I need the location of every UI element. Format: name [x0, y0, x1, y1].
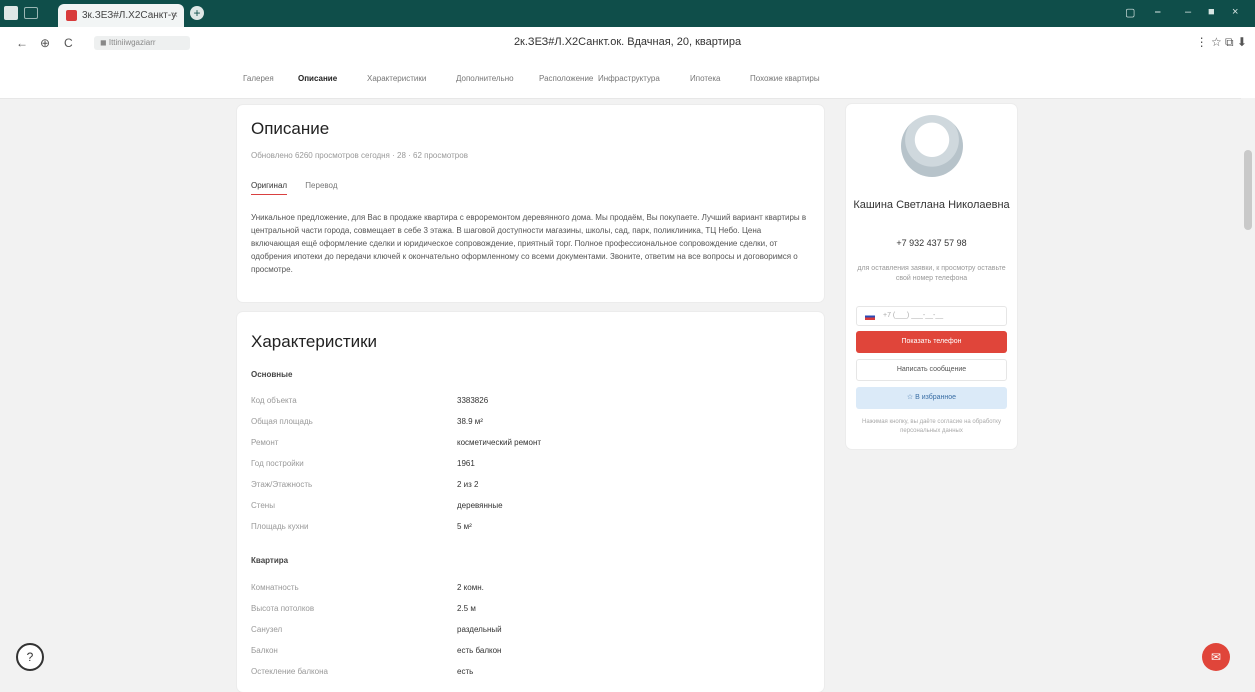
spec-row: Высота потолков 2.5 м — [251, 604, 811, 618]
window-tabs-icon[interactable]: ⎯ — [1155, 6, 1161, 19]
callback-note: для оставления заявки, к просмотру остав… — [857, 265, 1006, 282]
spec-key: Высота потолков — [251, 604, 315, 613]
nav-description[interactable]: Описание — [298, 74, 337, 83]
agent-name: Кашина Светлана Николаевна — [853, 199, 1010, 211]
spec-key: Общая площадь — [251, 417, 313, 426]
agent-avatar — [901, 115, 963, 177]
spec-row: Код объекта 3383826 — [251, 396, 811, 410]
tab-close-icon[interactable]: × — [172, 4, 178, 27]
tab-overview-icon[interactable] — [24, 7, 38, 19]
nav-gallery[interactable]: Галерея — [243, 74, 274, 83]
spec-row: Этаж/Этажность 2 из 2 — [251, 480, 811, 494]
russia-flag-icon — [865, 313, 875, 320]
spec-row: Площадь кухни 5 м² — [251, 522, 811, 536]
spec-value: 5 м² — [457, 522, 472, 531]
browser-tab[interactable]: 3к.ЗЕЗ#Л.Х2Санкт-у × — [58, 4, 184, 27]
window-menu-icon[interactable]: ▢ — [1125, 6, 1135, 19]
site-favicon-icon — [66, 10, 77, 21]
spec-value: 2 из 2 — [457, 480, 479, 489]
spec-row: Балкон есть балкон — [251, 646, 811, 660]
spec-row: Санузел раздельный — [251, 625, 811, 639]
spec-row: Общая площадь 38.9 м² — [251, 417, 811, 431]
spec-row: Остекление балкона есть — [251, 667, 811, 681]
group-heading: Квартира — [251, 556, 289, 565]
spec-value: 2.5 м — [457, 604, 476, 613]
nav-infrastructure[interactable]: Инфраструктура — [598, 74, 660, 83]
add-favorite-button[interactable]: ☆ В избранное — [856, 387, 1007, 409]
spec-value: 1961 — [457, 459, 475, 468]
spec-key: Код объекта — [251, 396, 297, 405]
nav-mortgage[interactable]: Ипотека — [690, 74, 721, 83]
spec-key: Этаж/Этажность — [251, 480, 313, 489]
spec-value: 3383826 — [457, 396, 489, 405]
tab-original[interactable]: Оригинал — [251, 181, 288, 195]
agent-card: Кашина Светлана Николаевна +7 932 437 57… — [846, 104, 1017, 449]
scrollbar-thumb[interactable] — [1244, 150, 1252, 230]
spec-value: косметический ремонт — [457, 438, 542, 447]
browser-menu-icon[interactable] — [4, 6, 18, 20]
description-title: Описание — [251, 119, 330, 138]
phone-placeholder: +7 (___) ___-__-__ — [883, 312, 944, 319]
nav-characteristics[interactable]: Характеристики — [367, 74, 426, 83]
nav-additional[interactable]: Дополнительно — [456, 74, 514, 83]
browser-tab-bar: 3к.ЗЕЗ#Л.Х2Санкт-у × + ▢ ⎯ ‒ ■ × — [0, 0, 1255, 27]
address-bar: ← ⊕ C ◼ Ittiniiwgaziarr 2к.ЗЕЗ#Л.Х2Санкт… — [0, 27, 1255, 61]
description-card: Описание Обновлено 6260 просмотров сегод… — [237, 105, 824, 302]
toolbar-icons[interactable]: ⋮ ☆ ⧉ ⬇ — [1196, 35, 1247, 50]
window-close-icon[interactable]: × — [1232, 6, 1238, 18]
maximize-icon[interactable]: ■ — [1208, 6, 1215, 18]
spec-key: Остекление балкона — [251, 667, 328, 676]
spec-value: раздельный — [457, 625, 502, 634]
chat-icon[interactable]: ✉ — [1202, 643, 1230, 671]
spec-row: Ремонт косметический ремонт — [251, 438, 811, 452]
new-tab-icon[interactable]: + — [190, 6, 204, 20]
spec-value: есть балкон — [457, 646, 502, 655]
help-icon[interactable]: ? — [16, 643, 44, 671]
spec-row: Стены деревянные — [251, 501, 811, 515]
spec-row: Комнатность 2 комн. — [251, 583, 811, 597]
spec-value: есть — [457, 667, 474, 676]
spec-key: Год постройки — [251, 459, 304, 468]
tab-translation[interactable]: Перевод — [305, 181, 337, 190]
site-section-nav: Галерея Описание Характеристики Дополнит… — [0, 60, 1255, 99]
spec-key: Площадь кухни — [251, 522, 309, 531]
page-title: 2к.ЗЕЗ#Л.Х2Санкт.ок. Вдачная, 20, кварти… — [513, 36, 742, 48]
description-meta: Обновлено 6260 просмотров сегодня · 28 ·… — [251, 151, 468, 160]
group-heading: Основные — [251, 370, 293, 379]
spec-key: Балкон — [251, 646, 278, 655]
consent-text: Нажимая кнопку, вы даёте согласие на обр… — [862, 419, 1001, 434]
show-phone-button[interactable]: Показать телефон — [856, 331, 1007, 353]
spec-key: Комнатность — [251, 583, 299, 592]
spec-row: Год постройки 1961 — [251, 459, 811, 473]
spec-key: Ремонт — [251, 438, 279, 447]
spec-key: Санузел — [251, 625, 283, 634]
characteristics-title: Характеристики — [251, 332, 378, 351]
spec-value: 2 комн. — [457, 583, 484, 592]
spec-value: 38.9 м² — [457, 417, 483, 426]
agent-phone[interactable]: +7 932 437 57 98 — [846, 238, 1017, 248]
phone-input[interactable]: +7 (___) ___-__-__ — [856, 306, 1007, 326]
description-tabs: Оригинал Перевод — [251, 181, 354, 195]
spec-key: Стены — [251, 501, 275, 510]
spec-value: деревянные — [457, 501, 503, 510]
characteristics-card: Характеристики Основные Код объекта 3383… — [237, 312, 824, 692]
minimize-icon[interactable]: ‒ — [1185, 6, 1191, 18]
write-message-button[interactable]: Написать сообщение — [856, 359, 1007, 381]
nav-location[interactable]: Расположение — [539, 74, 593, 83]
tab-title: 3к.ЗЕЗ#Л.Х2Санкт-у — [82, 10, 177, 21]
description-text: Уникальное предложение, для Вас в продаж… — [251, 213, 807, 274]
nav-similar[interactable]: Похожие квартиры — [750, 74, 820, 83]
page-scrollbar[interactable] — [1241, 98, 1255, 680]
